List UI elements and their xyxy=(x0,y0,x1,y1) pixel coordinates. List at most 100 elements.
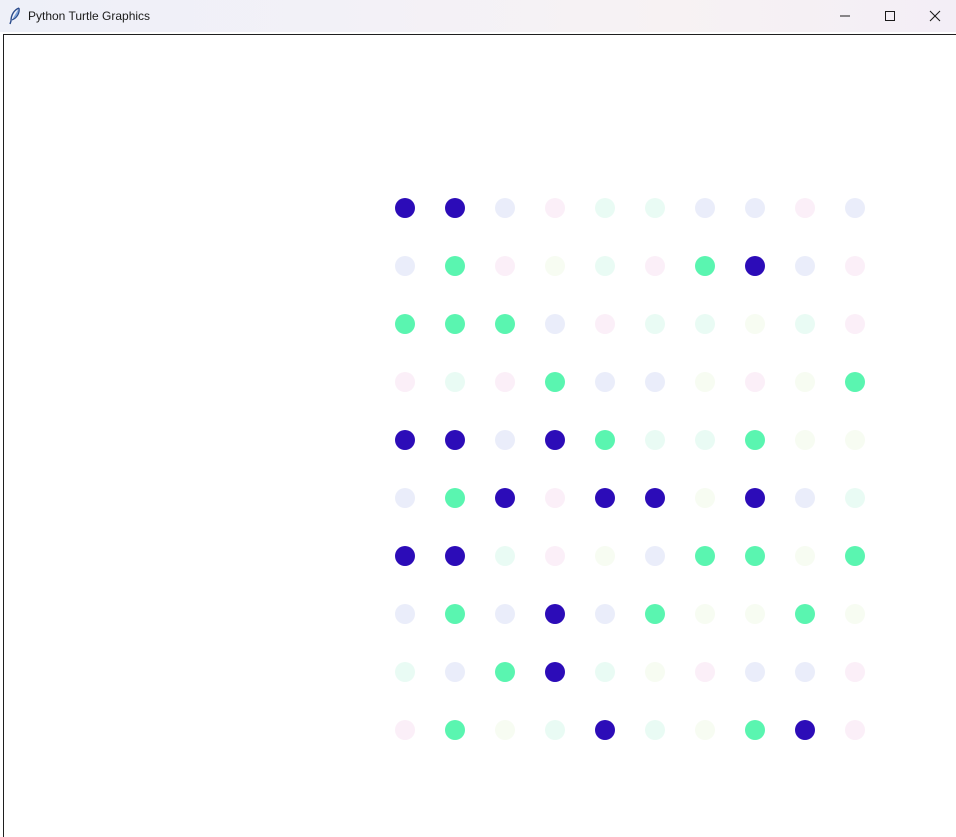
dot-r9-c2 xyxy=(445,662,465,682)
dot-r4-c7 xyxy=(695,372,715,392)
maximize-button[interactable] xyxy=(867,0,913,32)
dot-r5-c4 xyxy=(545,430,565,450)
dot-r10-c5 xyxy=(595,720,615,740)
dot-r8-c5 xyxy=(595,604,615,624)
dot-r8-c9 xyxy=(795,604,815,624)
dot-r10-c10 xyxy=(845,720,865,740)
dot-r3-c10 xyxy=(845,314,865,334)
dot-r9-c7 xyxy=(695,662,715,682)
dot-r8-c6 xyxy=(645,604,665,624)
dot-r10-c3 xyxy=(495,720,515,740)
maximize-icon xyxy=(884,10,896,22)
dot-r10-c6 xyxy=(645,720,665,740)
dot-r5-c2 xyxy=(445,430,465,450)
dot-r2-c3 xyxy=(495,256,515,276)
minimize-button[interactable] xyxy=(822,0,868,32)
dot-r8-c10 xyxy=(845,604,865,624)
dot-r1-c1 xyxy=(395,198,415,218)
dot-r6-c4 xyxy=(545,488,565,508)
dot-r7-c2 xyxy=(445,546,465,566)
dot-r4-c9 xyxy=(795,372,815,392)
dot-r3-c6 xyxy=(645,314,665,334)
dot-r5-c3 xyxy=(495,430,515,450)
dot-r7-c6 xyxy=(645,546,665,566)
dot-r6-c3 xyxy=(495,488,515,508)
dot-r3-c8 xyxy=(745,314,765,334)
dot-r9-c8 xyxy=(745,662,765,682)
dot-r7-c10 xyxy=(845,546,865,566)
dot-r8-c8 xyxy=(745,604,765,624)
dot-r8-c7 xyxy=(695,604,715,624)
close-button[interactable] xyxy=(912,0,956,32)
dot-r5-c1 xyxy=(395,430,415,450)
dot-r6-c7 xyxy=(695,488,715,508)
dot-r8-c2 xyxy=(445,604,465,624)
dot-r4-c2 xyxy=(445,372,465,392)
dot-r7-c7 xyxy=(695,546,715,566)
dot-r10-c8 xyxy=(745,720,765,740)
dot-r8-c3 xyxy=(495,604,515,624)
dot-r7-c8 xyxy=(745,546,765,566)
dot-r4-c3 xyxy=(495,372,515,392)
dot-r3-c5 xyxy=(595,314,615,334)
dot-r9-c10 xyxy=(845,662,865,682)
dot-r3-c2 xyxy=(445,314,465,334)
dot-r10-c7 xyxy=(695,720,715,740)
dot-r6-c2 xyxy=(445,488,465,508)
dot-r6-c6 xyxy=(645,488,665,508)
dot-r4-c8 xyxy=(745,372,765,392)
dot-r6-c8 xyxy=(745,488,765,508)
dot-r1-c5 xyxy=(595,198,615,218)
dot-r9-c6 xyxy=(645,662,665,682)
dot-r1-c7 xyxy=(695,198,715,218)
window-title: Python Turtle Graphics xyxy=(28,9,151,23)
dot-r7-c1 xyxy=(395,546,415,566)
turtle-canvas[interactable] xyxy=(3,34,956,837)
dot-r10-c9 xyxy=(795,720,815,740)
dot-r4-c1 xyxy=(395,372,415,392)
dot-r9-c4 xyxy=(545,662,565,682)
dot-r5-c8 xyxy=(745,430,765,450)
dot-r4-c6 xyxy=(645,372,665,392)
dot-r1-c3 xyxy=(495,198,515,218)
dot-r9-c3 xyxy=(495,662,515,682)
dot-r2-c5 xyxy=(595,256,615,276)
minimize-icon xyxy=(839,10,851,22)
dot-r1-c10 xyxy=(845,198,865,218)
dot-r5-c7 xyxy=(695,430,715,450)
close-icon xyxy=(929,10,941,22)
dot-r2-c1 xyxy=(395,256,415,276)
dot-painting xyxy=(395,198,865,740)
dot-r1-c8 xyxy=(745,198,765,218)
dot-r2-c7 xyxy=(695,256,715,276)
dot-r1-c4 xyxy=(545,198,565,218)
dot-r3-c4 xyxy=(545,314,565,334)
dot-r3-c9 xyxy=(795,314,815,334)
dot-r8-c4 xyxy=(545,604,565,624)
dot-r6-c5 xyxy=(595,488,615,508)
dot-r9-c5 xyxy=(595,662,615,682)
dot-r8-c1 xyxy=(395,604,415,624)
dot-r1-c6 xyxy=(645,198,665,218)
dot-r7-c5 xyxy=(595,546,615,566)
dot-r6-c9 xyxy=(795,488,815,508)
dot-r2-c2 xyxy=(445,256,465,276)
dot-r7-c3 xyxy=(495,546,515,566)
turtle-window: Python Turtle Graphics xyxy=(0,0,956,837)
dot-r2-c9 xyxy=(795,256,815,276)
dot-r3-c7 xyxy=(695,314,715,334)
dot-r1-c9 xyxy=(795,198,815,218)
dot-r3-c3 xyxy=(495,314,515,334)
dot-r5-c5 xyxy=(595,430,615,450)
dot-r10-c2 xyxy=(445,720,465,740)
dot-r10-c4 xyxy=(545,720,565,740)
dot-r7-c4 xyxy=(545,546,565,566)
dot-r5-c9 xyxy=(795,430,815,450)
dot-r6-c1 xyxy=(395,488,415,508)
dot-r5-c6 xyxy=(645,430,665,450)
dot-r1-c2 xyxy=(445,198,465,218)
dot-r4-c4 xyxy=(545,372,565,392)
dot-r5-c10 xyxy=(845,430,865,450)
dot-r7-c9 xyxy=(795,546,815,566)
title-bar[interactable]: Python Turtle Graphics xyxy=(0,0,956,32)
